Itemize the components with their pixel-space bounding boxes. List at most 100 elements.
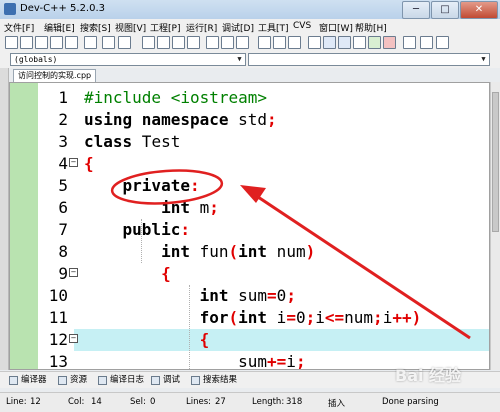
fold-toggle-icon[interactable]: − (69, 334, 78, 343)
code-line[interactable]: 6 int m; (10, 197, 489, 219)
code-text: using namespace std; (84, 109, 277, 131)
code-token: private (122, 176, 190, 195)
code-text: public: (84, 219, 190, 241)
code-line[interactable]: 8 int fun(int num) (10, 241, 489, 263)
code-token: ; (373, 308, 383, 327)
code-token: num (267, 242, 306, 261)
code-token: ) (305, 242, 316, 261)
unindent-icon[interactable] (221, 36, 234, 49)
toggle-comment-icon[interactable] (236, 36, 249, 49)
chevron-down-icon: ▼ (237, 55, 242, 63)
replace-icon[interactable] (157, 36, 170, 49)
code-token: public (122, 220, 181, 239)
tab-compiler[interactable]: 编译器 (8, 374, 47, 386)
close-icon[interactable] (65, 36, 78, 49)
project-options-icon[interactable] (273, 36, 286, 49)
tab-debug[interactable]: 调试 (150, 374, 180, 386)
indent-icon[interactable] (206, 36, 219, 49)
code-token: += (267, 352, 287, 370)
redo-icon[interactable] (118, 36, 131, 49)
code-line[interactable]: 7 public: (10, 219, 489, 241)
code-token: int (199, 286, 229, 305)
line-number: 9 (58, 264, 68, 283)
code-line[interactable]: 4−{ (10, 153, 489, 175)
fold-toggle-icon[interactable]: − (69, 268, 78, 277)
indent-guide (189, 285, 190, 369)
compile-run-icon[interactable] (338, 36, 351, 49)
minimize-button[interactable]: ─ (402, 1, 430, 19)
find-next-icon[interactable] (172, 36, 185, 49)
code-token: int (238, 308, 268, 327)
code-line[interactable]: 11 for(int i=0;i<=num;i++) (10, 307, 489, 329)
code-token: ; (209, 198, 219, 217)
code-text: class Test (84, 131, 180, 153)
find-icon[interactable] (142, 36, 155, 49)
scope-select-value: (globals) (14, 55, 58, 64)
close-button[interactable]: ✕ (460, 1, 498, 19)
code-text: int fun(int num) (84, 241, 315, 263)
tab-resources[interactable]: 资源 (57, 374, 87, 386)
code-line[interactable]: 1 #include <iostream> (10, 87, 489, 109)
code-token: i (267, 308, 287, 327)
code-line[interactable]: 5 private: (10, 175, 489, 197)
combo-bar: (globals) ▼ ▼ (0, 52, 500, 68)
tab-label: 编译日志 (110, 375, 145, 385)
project-panel-collapsed[interactable] (0, 68, 9, 370)
scrollbar-thumb[interactable] (492, 92, 499, 232)
line-number: 7 (58, 220, 68, 239)
line-number: 4 (58, 154, 68, 173)
status-col-label: Col: (68, 397, 85, 407)
goto-bookmark-icon[interactable] (436, 36, 449, 49)
code-line[interactable]: 3 class Test (10, 131, 489, 153)
tab-label: 调试 (163, 375, 181, 385)
symbol-select[interactable]: ▼ (248, 53, 490, 66)
undo-icon[interactable] (102, 36, 115, 49)
menu-cvs[interactable]: CVS (293, 21, 311, 31)
new-project-icon[interactable] (258, 36, 271, 49)
code-line[interactable]: 2 using namespace std; (10, 109, 489, 131)
code-line[interactable]: 9− { (10, 263, 489, 285)
rebuild-icon[interactable] (353, 36, 366, 49)
insert-icon[interactable] (403, 36, 416, 49)
save-icon[interactable] (35, 36, 48, 49)
class-browser-icon[interactable] (288, 36, 301, 49)
window-title: Dev-C++ 5.2.0.3 (20, 3, 106, 14)
code-line[interactable]: 12− { (10, 329, 489, 351)
check-icon[interactable] (368, 36, 381, 49)
code-editor[interactable]: 1 #include <iostream> 2 using namespace std… (9, 82, 490, 370)
menu-bar: 文件[F] 编辑[E] 搜索[S] 视图[V] 工程[P] 运行[R] 调试[D… (0, 19, 500, 34)
compile-icon[interactable] (308, 36, 321, 49)
code-token: = (286, 308, 296, 327)
code-token: 0 (295, 308, 306, 327)
tab-search-results[interactable]: 搜索结果 (190, 374, 237, 386)
new-file-icon[interactable] (5, 36, 18, 49)
scope-select[interactable]: (globals) ▼ (10, 53, 246, 66)
code-token: 0 (276, 286, 287, 305)
indent-guide (141, 219, 142, 263)
code-text: private: (84, 175, 200, 197)
stop-icon[interactable] (383, 36, 396, 49)
open-file-icon[interactable] (20, 36, 33, 49)
toggle-bookmark-icon[interactable] (420, 36, 433, 49)
tab-compile-log[interactable]: 编译日志 (97, 374, 144, 386)
code-line[interactable]: 10 int sum=0; (10, 285, 489, 307)
code-text: { (84, 153, 94, 175)
code-token: class (84, 132, 133, 151)
resources-icon (58, 376, 67, 385)
file-tab[interactable]: 访问控制的实现.cpp (13, 69, 97, 82)
code-token: ; (305, 308, 316, 327)
fold-toggle-icon[interactable]: − (69, 158, 78, 167)
run-icon[interactable] (323, 36, 336, 49)
goto-line-icon[interactable] (187, 36, 200, 49)
vertical-scrollbar[interactable] (490, 82, 500, 370)
code-token: ; (286, 286, 296, 305)
code-token: : (189, 176, 200, 195)
print-icon[interactable] (84, 36, 97, 49)
save-all-icon[interactable] (50, 36, 63, 49)
maximize-button[interactable]: □ (431, 1, 459, 19)
code-token: { (199, 330, 210, 349)
